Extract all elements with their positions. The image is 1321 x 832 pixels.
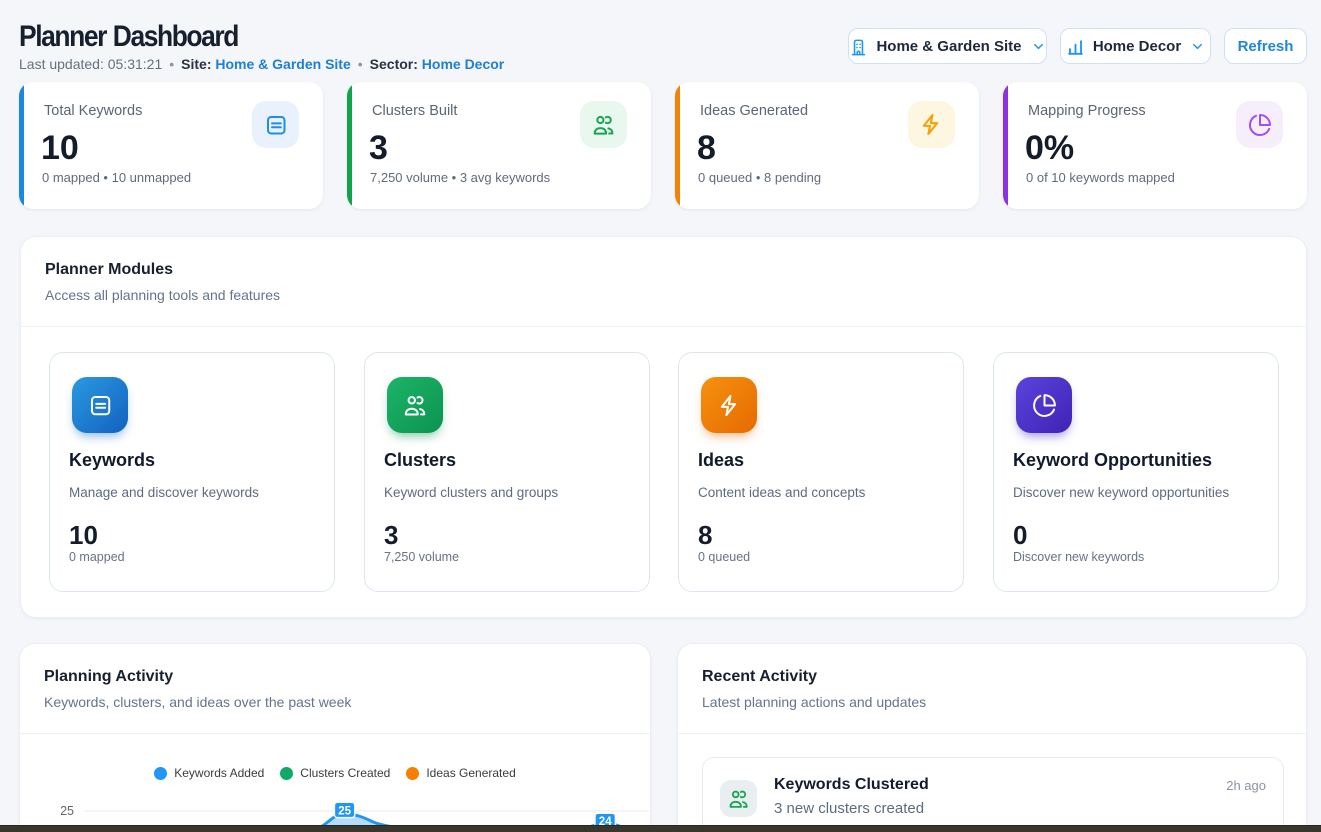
svg-text:25: 25 [338, 805, 351, 817]
svg-text:25: 25 [60, 804, 74, 818]
